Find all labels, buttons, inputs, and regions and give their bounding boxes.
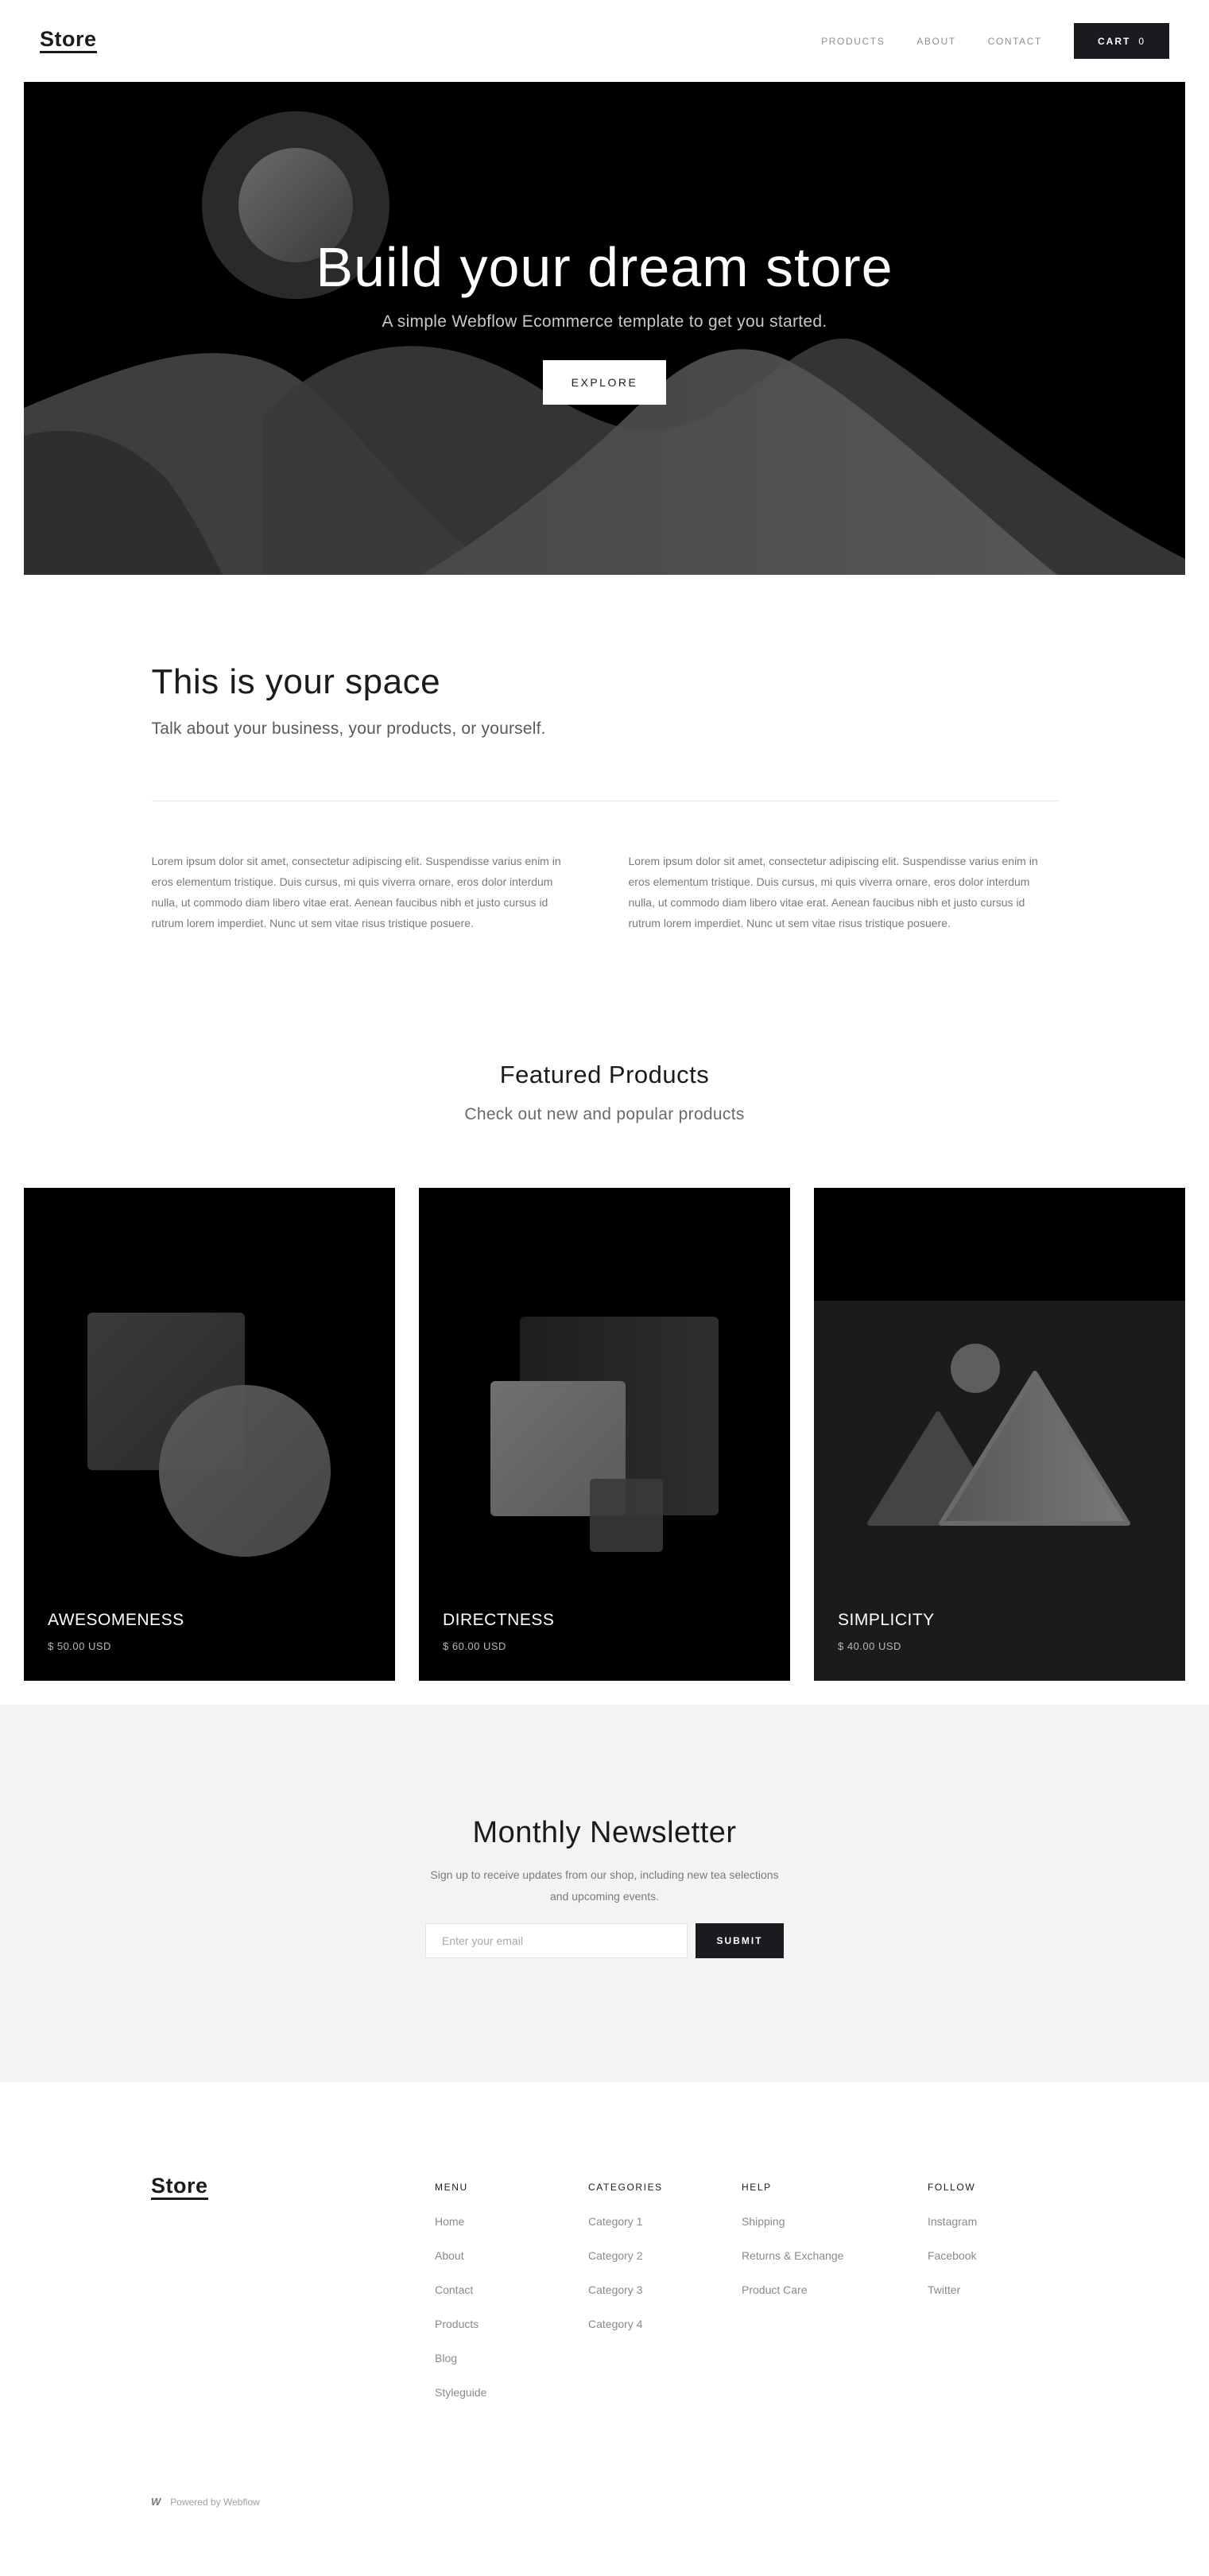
product-price: $ 60.00 USD xyxy=(443,1640,506,1652)
footer-column-menu: MENU Home About Contact Products Blog St… xyxy=(435,2182,486,2420)
submit-button[interactable]: SUBMIT xyxy=(696,1923,784,1958)
product-name[interactable]: AWESOMENESS xyxy=(48,1611,184,1630)
featured-section: Featured Products Check out new and popu… xyxy=(0,933,1209,1681)
hero-content: Build your dream store A simple Webflow … xyxy=(24,237,1185,405)
intro-paragraph-left: Lorem ipsum dolor sit amet, consectetur … xyxy=(151,855,561,929)
newsletter-title: Monthly Newsletter xyxy=(472,1816,737,1849)
footer-link-shipping[interactable]: Shipping xyxy=(742,2215,843,2228)
hero-section: Build your dream store A simple Webflow … xyxy=(24,82,1185,575)
footer-heading: HELP xyxy=(742,2182,772,2193)
footer-link-facebook[interactable]: Facebook xyxy=(928,2249,977,2262)
footer-link-product-care[interactable]: Product Care xyxy=(742,2283,843,2296)
product-grid: AWESOMENESS $ 50.00 USD DIRECTNESS $ 60.… xyxy=(24,1188,1185,1681)
footer-link-contact[interactable]: Contact xyxy=(435,2283,486,2296)
cart-button[interactable]: CART 0 xyxy=(1073,23,1169,59)
footer-link-styleguide[interactable]: Styleguide xyxy=(435,2386,486,2399)
footer-heading: FOLLOW xyxy=(928,2182,976,2193)
featured-subtitle: Check out new and popular products xyxy=(464,1105,745,1123)
nav-link-about[interactable]: ABOUT xyxy=(916,36,955,47)
footer-heading: MENU xyxy=(435,2182,468,2193)
webflow-logo-icon: W xyxy=(151,2496,161,2508)
product-name[interactable]: DIRECTNESS xyxy=(443,1611,554,1630)
hero-title: Build your dream store xyxy=(316,236,893,298)
footer-column-categories: CATEGORIES Category 1 Category 2 Categor… xyxy=(588,2182,663,2352)
email-input[interactable] xyxy=(425,1923,688,1958)
product-price: $ 40.00 USD xyxy=(838,1640,901,1652)
footer-link-category-3[interactable]: Category 3 xyxy=(588,2283,663,2296)
newsletter-section: Monthly Newsletter Sign up to receive up… xyxy=(0,1705,1209,2082)
footer-column-help: HELP Shipping Returns & Exchange Product… xyxy=(742,2182,843,2318)
footer-link-twitter[interactable]: Twitter xyxy=(928,2283,977,2296)
hero-subtitle: A simple Webflow Ecommerce template to g… xyxy=(382,312,827,331)
footer-heading: CATEGORIES xyxy=(588,2182,663,2193)
footer: Store MENU Home About Contact Products B… xyxy=(0,2082,1209,2543)
footer-link-category-2[interactable]: Category 2 xyxy=(588,2249,663,2262)
nav-menu: PRODUCTS ABOUT CONTACT CART 0 xyxy=(821,23,1169,59)
product-image xyxy=(87,1313,331,1557)
intro-section: This is your space Talk about your busin… xyxy=(151,575,1058,933)
footer-link-about[interactable]: About xyxy=(435,2249,486,2262)
product-card-directness[interactable]: DIRECTNESS $ 60.00 USD xyxy=(419,1188,790,1681)
product-card-awesomeness[interactable]: AWESOMENESS $ 50.00 USD xyxy=(24,1188,395,1681)
intro-paragraph-right: Lorem ipsum dolor sit amet, consectetur … xyxy=(628,855,1038,929)
footer-link-category-1[interactable]: Category 1 xyxy=(588,2215,663,2228)
product-name[interactable]: SIMPLICITY xyxy=(838,1611,935,1630)
product-image xyxy=(490,1317,719,1552)
nav-link-contact[interactable]: CONTACT xyxy=(988,36,1042,47)
brand-logo[interactable]: Store xyxy=(40,29,97,53)
explore-button[interactable]: EXPLORE xyxy=(542,360,667,405)
powered-by-webflow[interactable]: W Powered by Webflow xyxy=(151,2496,260,2508)
nav-link-products[interactable]: PRODUCTS xyxy=(821,36,885,47)
footer-link-returns[interactable]: Returns & Exchange xyxy=(742,2249,843,2262)
footer-brand-logo[interactable]: Store xyxy=(151,2175,208,2200)
footer-link-blog[interactable]: Blog xyxy=(435,2352,486,2365)
product-card-simplicity[interactable]: SIMPLICITY $ 40.00 USD xyxy=(814,1188,1185,1681)
cart-count: 0 xyxy=(1138,35,1145,47)
footer-link-home[interactable]: Home xyxy=(435,2215,486,2228)
powered-by-text: Powered by Webflow xyxy=(170,2496,260,2508)
intro-subtitle: Talk about your business, your products,… xyxy=(151,720,546,738)
footer-link-instagram[interactable]: Instagram xyxy=(928,2215,977,2228)
featured-title: Featured Products xyxy=(499,1061,710,1088)
footer-link-products[interactable]: Products xyxy=(435,2318,486,2330)
product-image xyxy=(814,1301,1185,1681)
newsletter-text: Sign up to receive updates from our shop… xyxy=(430,1868,779,1903)
footer-link-category-4[interactable]: Category 4 xyxy=(588,2318,663,2330)
intro-columns: Lorem ipsum dolor sit amet, consectetur … xyxy=(152,851,1058,933)
footer-column-follow: FOLLOW Instagram Facebook Twitter xyxy=(928,2182,977,2318)
navbar: Store PRODUCTS ABOUT CONTACT CART 0 xyxy=(0,0,1209,82)
cart-label: CART xyxy=(1097,35,1131,47)
newsletter-form: SUBMIT xyxy=(0,1923,1209,1958)
intro-title: This is your space xyxy=(151,662,441,701)
product-price: $ 50.00 USD xyxy=(48,1640,111,1652)
